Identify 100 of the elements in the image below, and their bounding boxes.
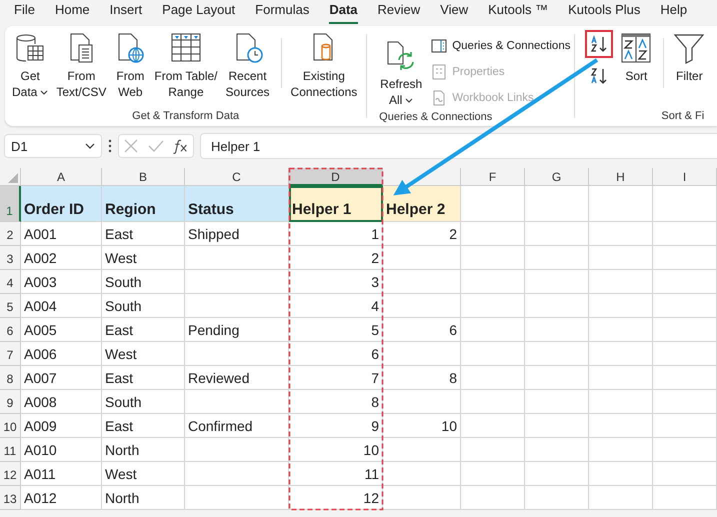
checkmark-icon[interactable] xyxy=(148,138,164,154)
ribbon-tab[interactable]: Kutools ™ xyxy=(488,0,548,24)
table-cell: South xyxy=(102,294,185,318)
sort-button[interactable]: Sort xyxy=(617,30,656,86)
empty-cell xyxy=(461,270,525,294)
column-header[interactable]: H xyxy=(589,168,653,186)
ribbon-button[interactable]: Existing Connections xyxy=(288,30,360,102)
ribbon-tab[interactable]: Home xyxy=(54,0,90,24)
header-cell: Status xyxy=(185,186,289,222)
ribbon-button[interactable]: Get Data xyxy=(9,30,52,102)
column-header[interactable]: I xyxy=(653,168,717,186)
ribbon-button[interactable]: From Table/ Range xyxy=(151,30,221,102)
row-header[interactable]: 13 xyxy=(0,486,21,510)
row-header[interactable]: 1 xyxy=(0,186,21,222)
empty-cell xyxy=(461,342,525,366)
column-header[interactable]: D xyxy=(289,168,383,186)
function-icon[interactable] xyxy=(172,138,189,154)
column-header[interactable]: A xyxy=(21,168,102,186)
table-cell: 9 xyxy=(289,414,383,438)
empty-cell xyxy=(589,414,653,438)
header-cell: Helper 1 xyxy=(289,186,383,222)
empty-cell xyxy=(653,342,717,366)
ribbon-tab[interactable]: Kutools Plus xyxy=(568,0,640,24)
table-cell: South xyxy=(102,390,185,414)
empty-cell xyxy=(653,414,717,438)
ribbon-button[interactable]: From Web xyxy=(111,30,150,102)
row-header[interactable]: 2 xyxy=(0,222,21,246)
table-cell: East xyxy=(102,318,185,342)
ribbon-button[interactable]: Refresh All xyxy=(377,38,426,110)
ribbon-menu-item[interactable]: Queries & Connections xyxy=(431,33,570,59)
ribbon-tab[interactable]: Data xyxy=(329,0,358,24)
ribbon-tab[interactable]: Page Layout xyxy=(162,0,236,24)
ribbon-tab[interactable]: Review xyxy=(378,0,420,24)
funnel-icon xyxy=(673,32,706,64)
empty-cell xyxy=(525,438,589,462)
row-header[interactable]: 4 xyxy=(0,270,21,294)
empty-cell xyxy=(525,462,589,486)
more-options-icon[interactable] xyxy=(108,139,112,153)
sort-ascending-button[interactable] xyxy=(585,30,614,58)
table-cell: 8 xyxy=(383,366,461,390)
column-header[interactable]: B xyxy=(102,168,185,186)
empty-cell xyxy=(653,438,717,462)
table-cell: 11 xyxy=(289,462,383,486)
table-cell: A005 xyxy=(21,318,102,342)
name-box[interactable]: D1 xyxy=(4,134,102,158)
ribbon-tab[interactable]: Formulas xyxy=(255,0,310,24)
group-label: Sort & Fi xyxy=(660,110,706,124)
header-cell: Region xyxy=(102,186,185,222)
row-header[interactable]: 7 xyxy=(0,342,21,366)
empty-cell xyxy=(461,486,525,510)
column-header[interactable]: C xyxy=(185,168,289,186)
row-header[interactable]: 11 xyxy=(0,438,21,462)
row-header[interactable]: 9 xyxy=(0,390,21,414)
filter-button[interactable]: Filter xyxy=(670,30,708,86)
table-cell: A002 xyxy=(21,246,102,270)
table-cell: West xyxy=(102,342,185,366)
group-label: Queries & Connections xyxy=(378,111,494,125)
empty-cell xyxy=(525,270,589,294)
row-header[interactable]: 6 xyxy=(0,318,21,342)
row-header[interactable]: 5 xyxy=(0,294,21,318)
empty-cell xyxy=(461,438,525,462)
database-table-icon xyxy=(14,32,46,64)
ribbon-tab[interactable]: Insert xyxy=(110,0,142,24)
ribbon-button[interactable]: Recent Sources xyxy=(222,30,273,102)
column-header[interactable]: G xyxy=(525,168,589,186)
header-cell: Order ID xyxy=(21,186,102,222)
ribbon-tab[interactable]: View xyxy=(440,0,468,24)
table-cell: A011 xyxy=(21,462,102,486)
empty-cell xyxy=(589,246,653,270)
table-cell: Reviewed xyxy=(185,366,289,390)
table-cell: South xyxy=(102,270,185,294)
sort-z-to-a-icon xyxy=(589,66,610,86)
empty-cell xyxy=(589,342,653,366)
empty-cell xyxy=(525,486,589,510)
ribbon-button[interactable]: From Text/CSV xyxy=(53,30,110,102)
column-header[interactable]: F xyxy=(461,168,525,186)
chevron-down-icon xyxy=(85,143,95,149)
table-cell: A007 xyxy=(21,366,102,390)
table-cell: North xyxy=(102,486,185,510)
sort-dialog-icon xyxy=(620,32,652,64)
empty-cell xyxy=(589,486,653,510)
table-cell: 10 xyxy=(383,414,461,438)
table-cell: 5 xyxy=(289,318,383,342)
row-header[interactable]: 8 xyxy=(0,366,21,390)
row-header[interactable]: 3 xyxy=(0,246,21,270)
table-cell: East xyxy=(102,366,185,390)
empty-cell xyxy=(653,390,717,414)
ribbon-tab[interactable]: Help xyxy=(660,0,688,24)
table-cell: A009 xyxy=(21,414,102,438)
row-header[interactable]: 12 xyxy=(0,462,21,486)
empty-cell xyxy=(589,222,653,246)
empty-cell xyxy=(525,342,589,366)
empty-cell xyxy=(461,390,525,414)
row-header[interactable]: 10 xyxy=(0,414,21,438)
empty-cell xyxy=(653,270,717,294)
empty-cell xyxy=(525,318,589,342)
ribbon-tab[interactable]: File xyxy=(14,0,35,24)
formula-input[interactable]: Helper 1 xyxy=(200,133,717,159)
table-cell: 6 xyxy=(383,318,461,342)
empty-cell xyxy=(653,246,717,270)
